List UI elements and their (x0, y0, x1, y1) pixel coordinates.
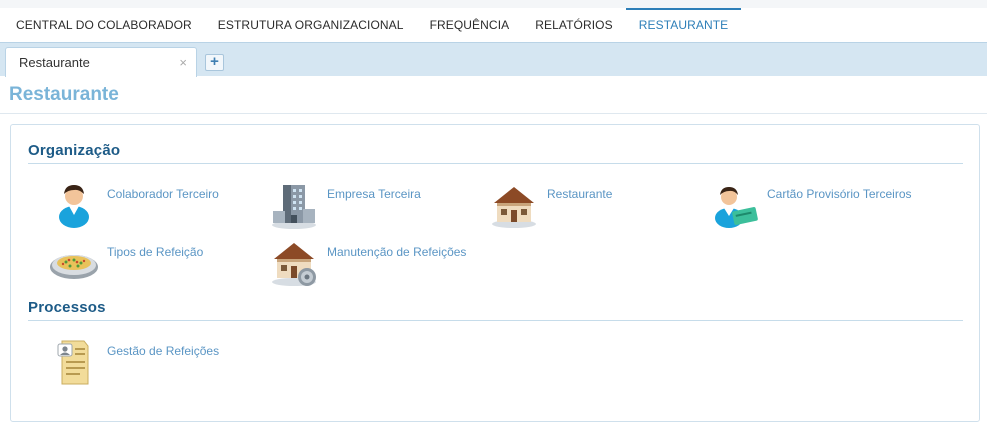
entry-label: Tipos de Refeição (107, 245, 204, 259)
food-plate-icon (50, 255, 98, 279)
house-gear-icon (272, 243, 316, 286)
close-icon[interactable]: × (179, 55, 187, 70)
entry-label: Restaurante (547, 187, 613, 201)
add-tab-button[interactable]: + (205, 54, 224, 71)
section-title-processos: Processos (28, 299, 106, 316)
top-navigation-items: CENTRAL DO COLABORADOR ESTRUTURA ORGANIZ… (0, 8, 742, 42)
person-card-icon (715, 187, 758, 228)
tab-label: Restaurante (19, 55, 90, 70)
nav-estrutura-organizacional[interactable]: ESTRUTURA ORGANIZACIONAL (205, 8, 417, 42)
entry-label: Empresa Terceira (327, 187, 421, 201)
page-title: Restaurante (9, 84, 119, 105)
entry-label: Cartão Provisório Terceiros (767, 187, 912, 201)
entry-label: Colaborador Terceiro (107, 187, 219, 201)
house-icon (492, 187, 536, 228)
entry-label: Manutenção de Refeições (327, 245, 467, 259)
section-divider (28, 163, 963, 164)
top-navigation: CENTRAL DO COLABORADOR ESTRUTURA ORGANIZ… (0, 0, 987, 42)
section-title-organizacao: Organização (28, 142, 121, 159)
nav-central-do-colaborador[interactable]: CENTRAL DO COLABORADOR (0, 8, 205, 42)
tab-restaurante[interactable]: Restaurante × (5, 47, 197, 77)
nav-frequencia[interactable]: FREQUÊNCIA (417, 8, 523, 42)
title-divider (0, 113, 987, 114)
nav-restaurante[interactable]: RESTAURANTE (625, 8, 742, 42)
main-panel: Organização Colaborador Terceiro Empresa… (10, 124, 980, 422)
person-icon (59, 185, 89, 228)
entry-label: Gestão de Refeições (107, 344, 220, 358)
document-icon (57, 340, 89, 385)
tab-strip: Restaurante × + (0, 42, 987, 77)
building-icon (272, 185, 316, 229)
section-divider (28, 320, 963, 321)
nav-relatorios[interactable]: RELATÓRIOS (522, 8, 625, 42)
